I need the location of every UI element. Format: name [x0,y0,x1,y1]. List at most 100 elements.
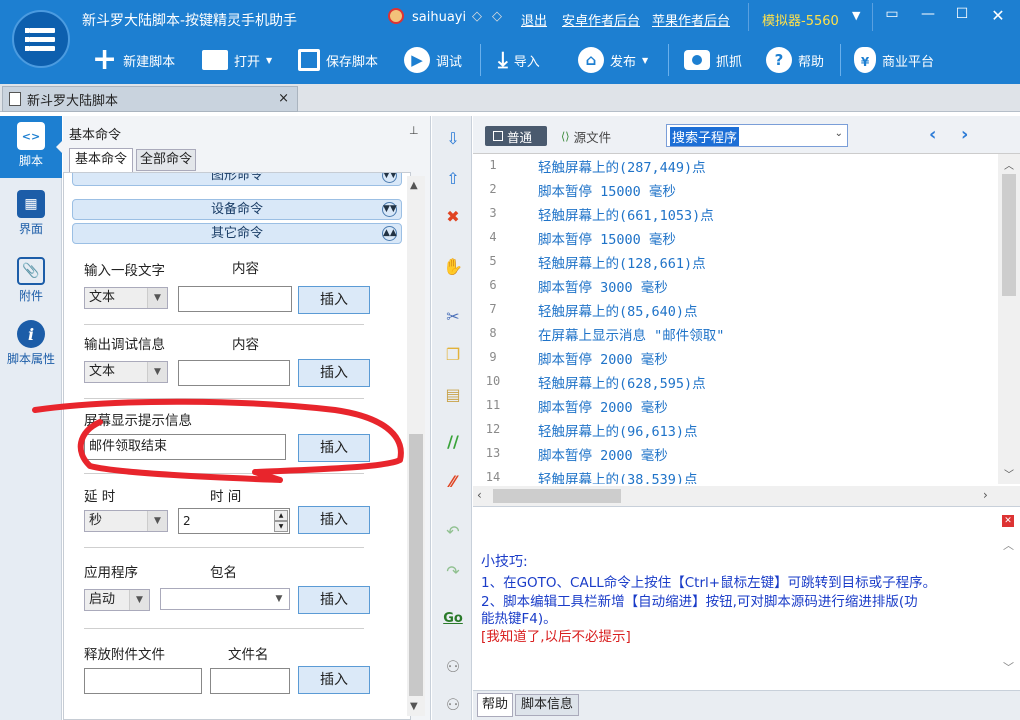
insert-button[interactable]: 插入 [298,506,370,534]
section-graphics[interactable]: 图形命令 ▼▼ [72,173,402,186]
delete-icon[interactable]: ✖ [442,206,464,228]
input-text-content-field[interactable] [178,286,292,312]
scroll-thumb[interactable] [493,489,621,503]
copy-icon[interactable]: ❐ [442,344,464,366]
code-line[interactable]: 轻触屏幕上的(128,661)点 [538,252,706,272]
pin-icon[interactable]: ⊥ [409,124,419,137]
scroll-down-icon[interactable]: ▼ [410,701,418,712]
minimize-icon[interactable]: — [916,6,940,28]
insert-button[interactable]: 插入 [298,666,370,694]
dismiss-tips-link[interactable]: [我知道了,以后不必提示] [481,625,631,645]
cut-icon[interactable]: ✂ [442,306,464,328]
delay-unit-select[interactable]: 秒 ▼ [84,510,168,532]
stepper-down-icon[interactable]: ▼ [274,521,288,532]
paste-icon[interactable]: ▤ [442,384,464,406]
publish-button[interactable]: ⌂ 发布 ▼ [578,36,648,84]
code-line[interactable]: 脚本暂停 3000 毫秒 [538,276,668,296]
goto-icon[interactable]: Go [442,608,464,630]
insert-button[interactable]: 插入 [298,286,370,314]
comment-icon[interactable]: // [442,431,464,453]
move-up-icon[interactable]: ⇧ [442,168,464,190]
next-icon[interactable]: › [961,124,968,145]
input-type-select[interactable]: 文本 ▼ [84,287,168,309]
app-logo-icon[interactable] [12,10,70,68]
previous-icon[interactable]: ‹ [929,124,936,145]
code-line[interactable]: 轻触屏幕上的(85,640)点 [538,300,698,320]
scroll-right-icon[interactable]: › [983,488,988,502]
attachment-file-field[interactable] [84,668,202,694]
help-button[interactable]: ? 帮助 [766,36,824,84]
emulator-select[interactable]: 模拟器-5560 [762,10,839,29]
tips-scroll-down-icon[interactable]: ﹀ [1003,659,1014,675]
tab-normal[interactable]: 普通 [485,126,547,146]
code-line[interactable]: 脚本暂停 15000 毫秒 [538,180,676,200]
debug-button[interactable]: ▶ 调试 [404,36,462,84]
document-tab-close-icon[interactable]: × [278,91,289,106]
code-line[interactable]: 轻触屏幕上的(661,1053)点 [538,204,714,224]
section-other[interactable]: 其它命令 ▲▲ [72,223,402,244]
open-button[interactable]: 打开 ▼ [202,36,272,84]
scroll-thumb[interactable] [1002,174,1016,296]
code-line[interactable]: 脚本暂停 2000 毫秒 [538,396,668,416]
tab-script-info[interactable]: 脚本信息 [515,694,579,716]
move-down-icon[interactable]: ⇩ [442,128,464,150]
tips-scroll-up-icon[interactable]: ︿ [1003,537,1014,553]
uncomment-icon[interactable]: ⁄⁄ [442,471,464,493]
new-script-button[interactable]: + 新建脚本 [92,36,175,84]
editor-vertical-scrollbar[interactable]: ︿ ﹀ [998,154,1020,484]
apple-backend-link[interactable]: 苹果作者后台 [652,10,730,29]
tab-source[interactable]: ⟨⟩ 源文件 [561,126,611,146]
insert-button[interactable]: 插入 [298,434,370,462]
tab-help[interactable]: 帮助 [477,693,513,717]
import-button[interactable]: ⤓ 导入 [498,36,540,84]
menu-icon[interactable]: ▭ [880,6,904,28]
close-icon[interactable]: ✕ [986,6,1010,28]
business-platform-button[interactable]: ¥ 商业平台 [854,36,934,84]
replace-icon[interactable]: ⚇ [442,694,464,716]
insert-button[interactable]: 插入 [298,586,370,614]
code-line[interactable]: 脚本暂停 15000 毫秒 [538,228,676,248]
emulator-dropdown-icon[interactable]: ▼ [852,9,860,22]
tab-all-commands[interactable]: 全部命令 [136,149,196,171]
redo-icon[interactable]: ↷ [442,561,464,583]
code-line[interactable]: 轻触屏幕上的(38,539)点 [538,468,698,484]
subroutine-search-select[interactable]: 搜索子程序 ⌄ [666,124,848,147]
find-icon[interactable]: ⚇ [442,656,464,678]
screen-tip-field[interactable]: 邮件领取结束 [84,434,286,460]
nav-item-attachment[interactable]: 📎 附件 [0,251,62,313]
code-line[interactable]: 轻触屏幕上的(287,449)点 [538,156,706,176]
filename-field[interactable] [210,668,290,694]
undo-icon[interactable]: ↶ [442,521,464,543]
debug-content-field[interactable] [178,360,290,386]
tips-close-icon[interactable]: ✕ [1002,515,1014,527]
code-line[interactable]: 脚本暂停 2000 毫秒 [538,348,668,368]
insert-button[interactable]: 插入 [298,359,370,387]
stepper-up-icon[interactable]: ▲ [274,510,288,521]
code-line[interactable]: 在屏幕上显示消息 "邮件领取" [538,324,724,344]
package-select[interactable]: ▼ [160,588,290,610]
tab-basic-commands[interactable]: 基本命令 [69,148,133,172]
capture-button[interactable]: 抓抓 [684,36,742,84]
maximize-icon[interactable]: ☐ [950,6,974,28]
scroll-up-icon[interactable]: ▲ [410,180,418,191]
logout-link[interactable]: 退出 [521,10,547,29]
code-line[interactable]: 轻触屏幕上的(96,613)点 [538,420,698,440]
editor-horizontal-scrollbar[interactable]: ‹ › [473,486,1020,506]
hand-icon[interactable]: ✋ [442,256,464,278]
document-tab[interactable]: 新斗罗大陆脚本 × [2,86,298,112]
app-action-select[interactable]: 启动 ▼ [84,589,150,611]
code-line[interactable]: 脚本暂停 2000 毫秒 [538,444,668,464]
scroll-thumb[interactable] [409,434,423,696]
android-backend-link[interactable]: 安卓作者后台 [562,10,640,29]
nav-item-ui[interactable]: ▦ 界面 [0,184,62,246]
code-line[interactable]: 轻触屏幕上的(628,595)点 [538,372,706,392]
nav-item-properties[interactable]: i 脚本属性 [0,314,62,376]
scroll-up-icon[interactable]: ︿ [1004,157,1014,172]
debug-type-select[interactable]: 文本 ▼ [84,361,168,383]
section-device[interactable]: 设备命令 ▼▼ [72,199,402,220]
scroll-down-icon[interactable]: ﹀ [1004,466,1014,481]
command-list-scrollbar[interactable]: ▲ ▼ [407,176,425,716]
delay-time-stepper[interactable]: 2 ▲ ▼ [178,508,290,534]
code-editor[interactable]: 1 轻触屏幕上的(287,449)点 2 脚本暂停 15000 毫秒 3 轻触屏幕上的(6… [473,154,1020,486]
nav-item-script[interactable]: <> 脚本 [0,116,63,178]
